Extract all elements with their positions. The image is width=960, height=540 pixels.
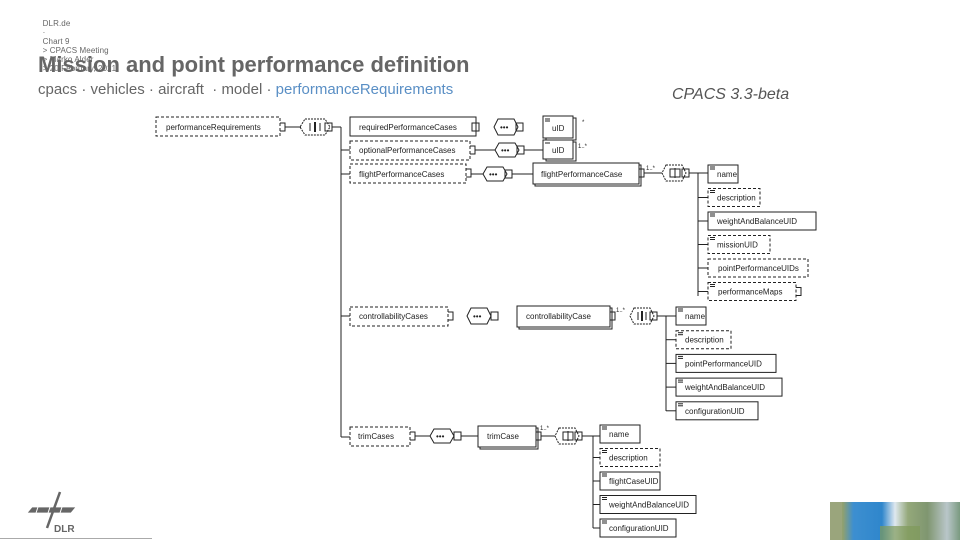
child-element[interactable]: missionUID xyxy=(698,235,771,254)
node-label: performanceMaps xyxy=(718,288,782,297)
node-uid-required[interactable]: uID xyxy=(542,115,577,141)
node-label: pointPerformanceUID xyxy=(685,359,762,368)
sequence-compositor-icon: ••• xyxy=(482,166,513,182)
node-controllabilityCase[interactable]: controllabilityCase xyxy=(516,305,616,330)
child-element[interactable]: weightAndBalanceUID xyxy=(698,211,817,231)
node-label: uID xyxy=(552,124,565,133)
sequence-compositor-icon: ••• xyxy=(429,428,462,444)
svg-text:1..*: 1..* xyxy=(578,144,588,150)
node-label: weightAndBalanceUID xyxy=(608,501,689,510)
node-label: optionalPerformanceCases xyxy=(359,146,456,155)
node-flightPerformanceCases[interactable]: flightPerformanceCases xyxy=(349,163,472,184)
sequence-compositor-icon: ••• xyxy=(466,307,499,325)
child-element[interactable]: flightCaseUID xyxy=(593,471,661,491)
node-performanceRequirements[interactable]: performanceRequirements xyxy=(155,116,286,137)
node-label: weightAndBalanceUID xyxy=(716,217,797,226)
node-label: description xyxy=(609,454,648,463)
child-element[interactable]: description xyxy=(698,188,761,207)
svg-text:DLR: DLR xyxy=(54,524,75,535)
sequence-compositor-icon: ••• xyxy=(494,142,525,158)
sequence-compositor-icon: ••• xyxy=(493,118,524,136)
child-element[interactable]: name xyxy=(675,306,707,326)
node-label: trimCase xyxy=(487,432,520,441)
choice-compositor-icon xyxy=(629,307,658,325)
child-element[interactable]: configurationUID xyxy=(666,401,759,421)
node-trimCase[interactable]: trimCase xyxy=(477,425,542,450)
node-label: controllabilityCases xyxy=(359,312,428,321)
child-element[interactable]: performanceMaps xyxy=(698,282,802,301)
node-label: flightPerformanceCases xyxy=(359,170,444,179)
child-element[interactable]: pointPerformanceUID xyxy=(666,353,777,373)
node-optionalPerformanceCases[interactable]: optionalPerformanceCases xyxy=(349,140,476,161)
node-trimCases[interactable]: trimCases xyxy=(349,426,416,447)
node-label: uID xyxy=(552,146,565,155)
footer-divider xyxy=(0,538,152,539)
svg-text:1..*: 1..* xyxy=(540,426,550,432)
svg-text:•••: ••• xyxy=(489,170,498,179)
svg-text:•••: ••• xyxy=(501,146,510,155)
svg-text:•••: ••• xyxy=(473,312,482,321)
node-label: weightAndBalanceUID xyxy=(684,383,765,392)
child-element[interactable]: description xyxy=(593,448,661,467)
node-label: name xyxy=(685,312,706,321)
node-label: description xyxy=(717,194,756,203)
svg-text:1..*: 1..* xyxy=(616,308,626,314)
node-label: name xyxy=(609,430,630,439)
svg-text:•••: ••• xyxy=(436,432,445,441)
node-label: performanceRequirements xyxy=(166,123,261,132)
node-label: requiredPerformanceCases xyxy=(359,123,457,132)
node-label: trimCases xyxy=(358,432,394,441)
all-compositor-icon xyxy=(554,427,583,445)
child-element[interactable]: name xyxy=(707,164,739,184)
child-element[interactable]: configurationUID xyxy=(593,518,677,538)
choice-compositor-icon xyxy=(299,118,333,136)
svg-text:1..*: 1..* xyxy=(646,166,656,172)
node-label: flightCaseUID xyxy=(609,477,659,486)
child-element[interactable]: weightAndBalanceUID xyxy=(593,495,697,514)
satellite-image xyxy=(830,502,960,540)
child-element[interactable]: name xyxy=(599,424,641,444)
all-compositor-icon xyxy=(661,164,690,182)
node-label: name xyxy=(717,170,738,179)
node-requiredPerformanceCases[interactable]: requiredPerformanceCases xyxy=(349,116,480,137)
node-label: description xyxy=(685,336,724,345)
node-uid-optional[interactable]: uID xyxy=(542,139,577,162)
node-label: configurationUID xyxy=(685,407,745,416)
svg-text:*: * xyxy=(582,120,585,126)
child-element[interactable]: description xyxy=(666,330,732,350)
dlr-logo: DLR xyxy=(26,491,77,535)
child-element[interactable]: weightAndBalanceUID xyxy=(666,377,783,397)
svg-text:•••: ••• xyxy=(500,123,509,132)
schema-diagram: performanceRequirements requiredPerforma… xyxy=(26,115,817,538)
node-label: controllabilityCase xyxy=(526,312,591,321)
node-label: missionUID xyxy=(717,241,758,250)
node-label: pointPerformanceUIDs xyxy=(718,264,799,273)
node-controllabilityCases[interactable]: controllabilityCases xyxy=(349,306,454,327)
node-label: configurationUID xyxy=(609,524,669,533)
node-flightPerformanceCase[interactable]: flightPerformanceCase xyxy=(532,162,645,187)
node-label: flightPerformanceCase xyxy=(541,170,623,179)
child-element[interactable]: pointPerformanceUIDs xyxy=(698,258,809,278)
